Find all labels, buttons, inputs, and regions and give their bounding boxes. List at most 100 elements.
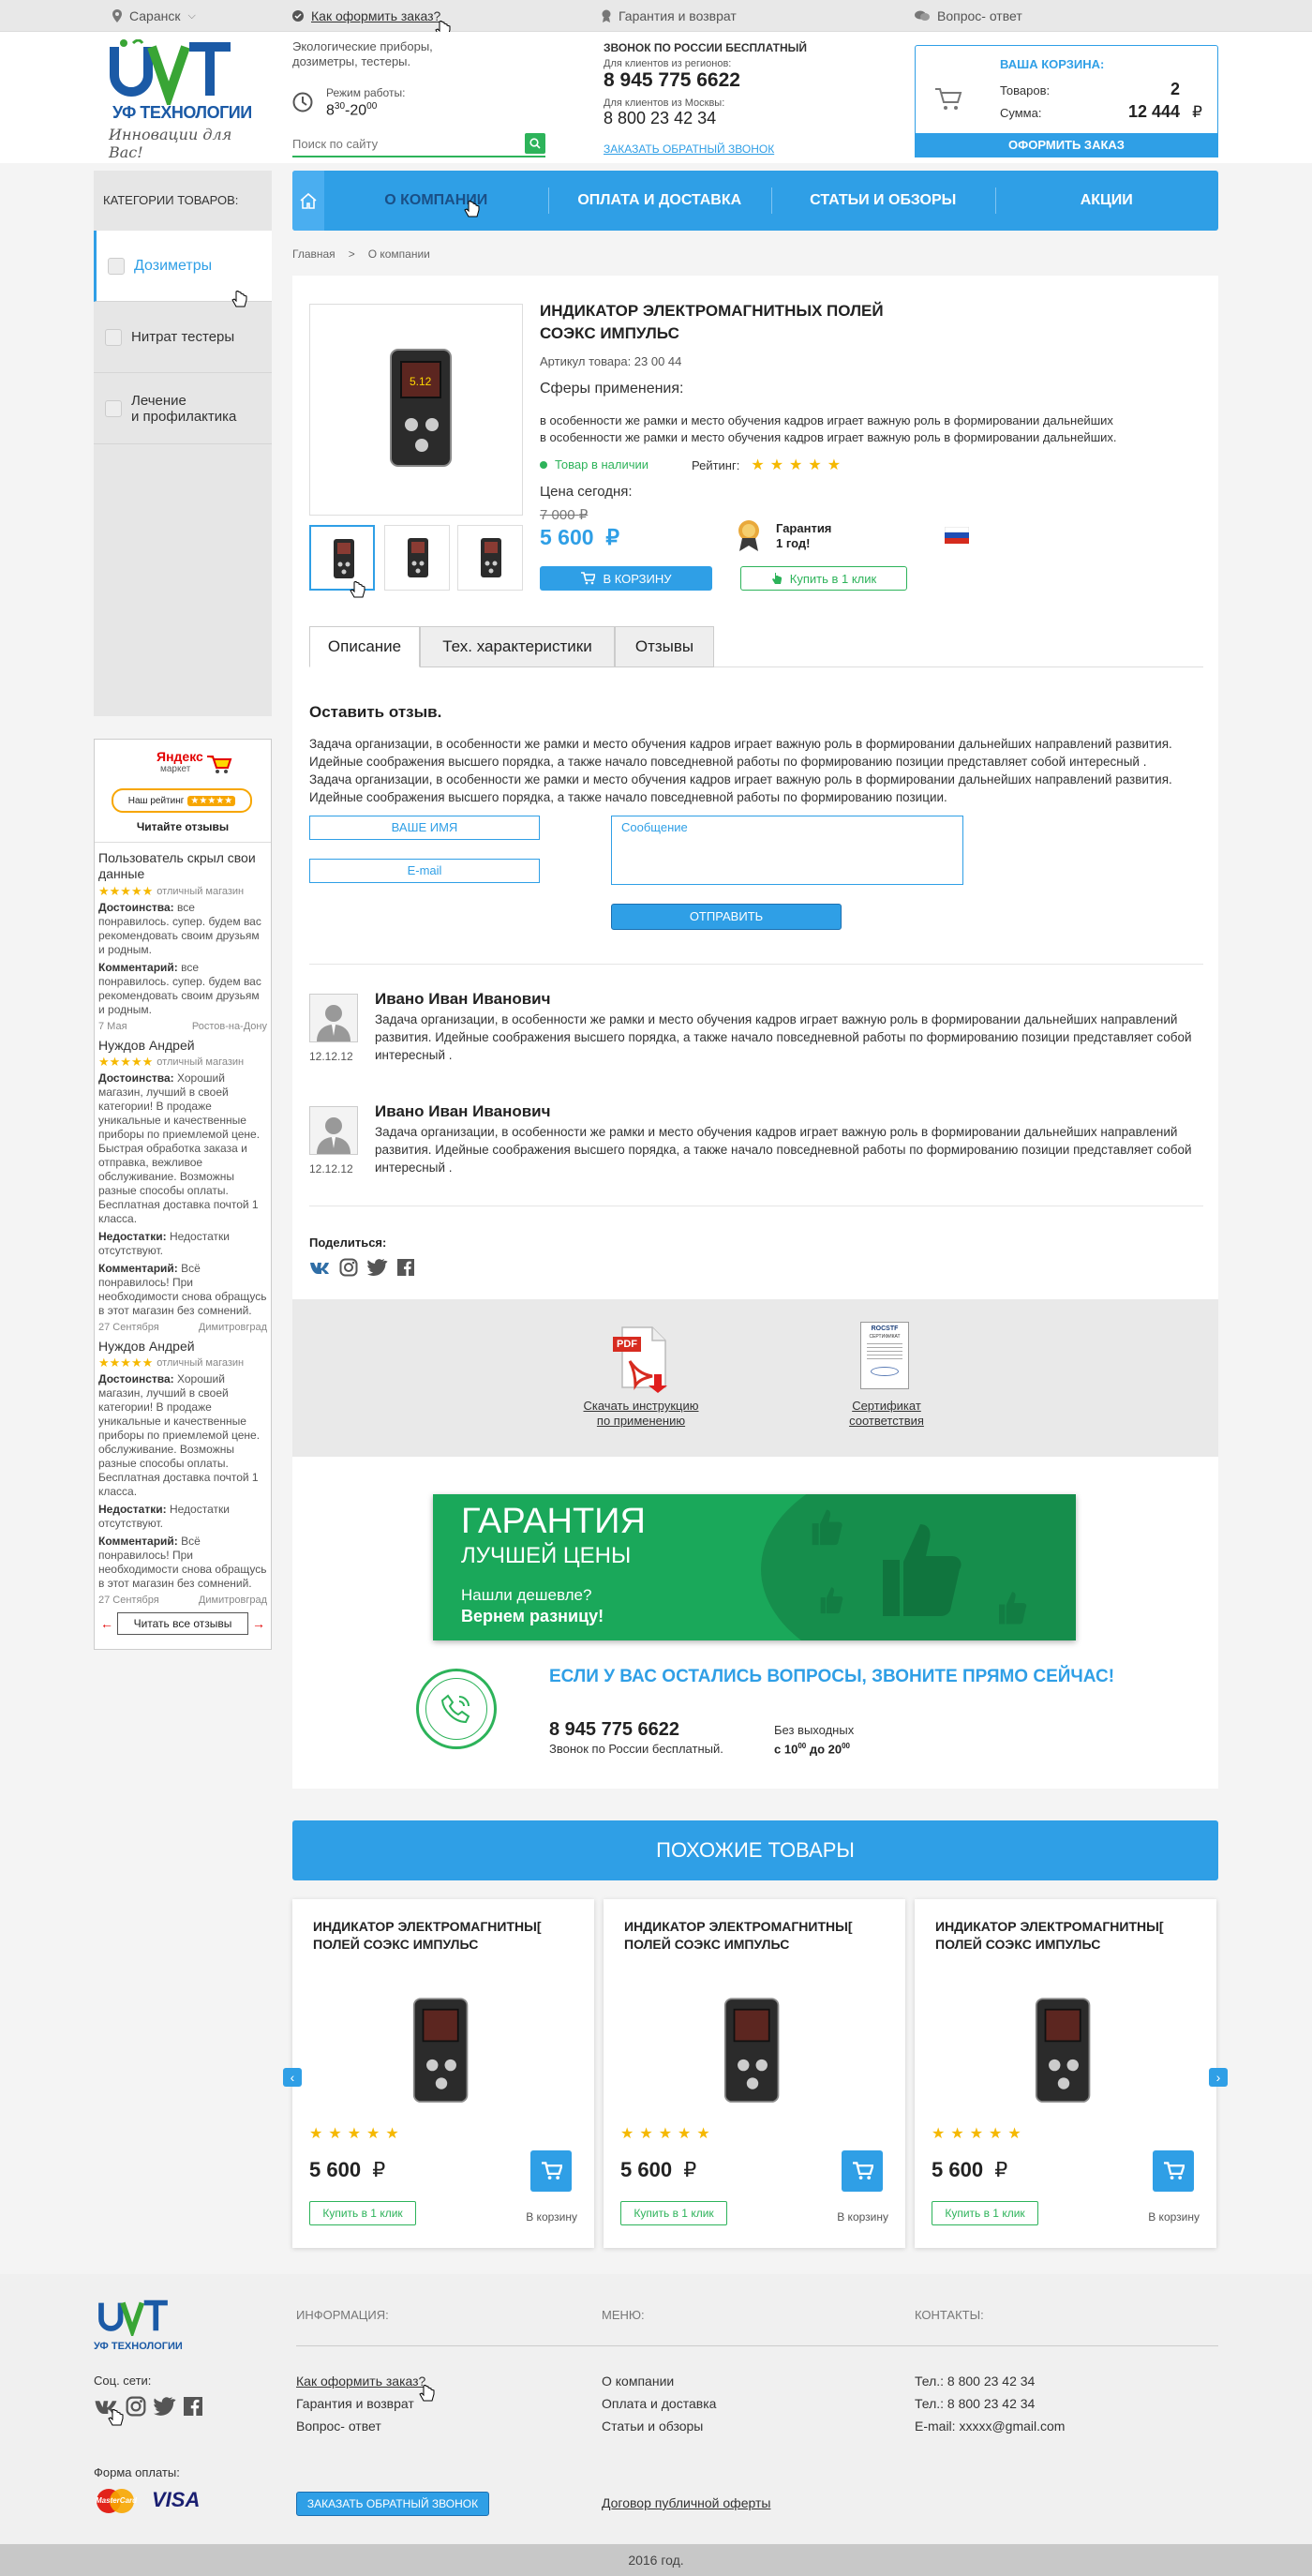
certificate-link[interactable]: Сертификат соответствия xyxy=(808,1399,965,1429)
email-field[interactable]: E-mail xyxy=(309,859,540,883)
guarantee-text: Гарантия и возврат xyxy=(619,8,737,23)
card-buy-one-click-button[interactable]: Купить в 1 клик xyxy=(620,2201,727,2225)
faq-link[interactable]: Вопрос- ответ xyxy=(915,8,1022,23)
divider xyxy=(309,964,1203,965)
ym-review-minus: Недостатки: Недостатки отсутствуют. xyxy=(98,1230,230,1257)
checkout-button[interactable]: ОФОРМИТЬ ЗАКАЗ xyxy=(915,133,1218,157)
vk-icon[interactable] xyxy=(309,1261,330,1274)
footer-callback-button[interactable]: ЗАКАЗАТЬ ОБРАТНЫЙ ЗВОНОК xyxy=(296,2492,489,2516)
thumbs-up-icon xyxy=(812,1509,842,1546)
cart-widget[interactable]: ВАША КОРЗИНА: Товаров: 2 Сумма: 12 444 ₽… xyxy=(915,45,1218,157)
card-title[interactable]: ИНДИКАТОР ЭЛЕКТРОМАГНИТНЫ[ ПОЛЕЙ СОЭКС И… xyxy=(935,1918,1198,1954)
twitter-icon[interactable] xyxy=(367,1259,388,1276)
card-buy-one-click-button[interactable]: Купить в 1 клик xyxy=(309,2201,416,2225)
nav-item-articles[interactable]: СТАТЬИ И ОБЗОРЫ xyxy=(771,171,995,231)
search-bar[interactable] xyxy=(292,133,545,157)
breadcrumb-home[interactable]: Главная xyxy=(292,247,335,261)
footer-link-how-to-order[interactable]: Как оформить заказ? xyxy=(296,2374,425,2389)
footer-offer-link[interactable]: Договор публичной оферты xyxy=(602,2495,770,2510)
message-field[interactable]: Сообщение xyxy=(611,816,963,885)
arrow-right-icon[interactable]: → xyxy=(252,1616,265,1631)
product-card[interactable]: ИНДИКАТОР ЭЛЕКТРОМАГНИТНЫ[ ПОЛЕЙ СОЭКС И… xyxy=(915,1899,1216,2248)
how-to-order-link[interactable]: Как оформить заказ? xyxy=(292,8,440,23)
phone-regions[interactable]: 8 945 775 6622 xyxy=(604,69,740,92)
tab-specs[interactable]: Тех. характеристики xyxy=(420,626,615,667)
card-title[interactable]: ИНДИКАТОР ЭЛЕКТРОМАГНИТНЫ[ ПОЛЕЙ СОЭКС И… xyxy=(313,1918,575,1954)
card-buy-one-click-button[interactable]: Купить в 1 клик xyxy=(932,2201,1038,2225)
footer-link-delivery[interactable]: Оплата и доставка xyxy=(602,2396,716,2411)
product-card[interactable]: ИНДИКАТОР ЭЛЕКТРОМАГНИТНЫ[ ПОЛЕЙ СОЭКС И… xyxy=(292,1899,594,2248)
cart-icon xyxy=(581,572,596,585)
footer-logo[interactable]: УФ ТЕХНОЛОГИИ xyxy=(94,2299,184,2352)
cart-icon xyxy=(853,2162,873,2179)
carousel-next-button[interactable]: › xyxy=(1209,2068,1228,2087)
banner-title: ГАРАНТИЯ xyxy=(461,1502,646,1541)
home-button[interactable] xyxy=(292,171,324,231)
instagram-icon[interactable] xyxy=(339,1258,358,1277)
product-thumb-2[interactable] xyxy=(384,525,450,591)
checkbox[interactable] xyxy=(105,399,122,417)
callback-link[interactable]: ЗАКАЗАТЬ ОБРАТНЫЙ ЗВОНОК xyxy=(604,142,774,156)
hand-cursor-icon xyxy=(350,581,365,598)
footer-phone-2[interactable]: Тел.: 8 800 23 42 34 xyxy=(915,2396,1035,2411)
nav-item-about[interactable]: О КОМПАНИИ xyxy=(324,171,548,231)
buy-one-click-button[interactable]: Купить в 1 клик xyxy=(740,566,907,591)
add-to-cart-button[interactable]: В КОРЗИНУ xyxy=(540,566,712,591)
footer-link-about[interactable]: О компании xyxy=(602,2374,674,2389)
twitter-icon[interactable] xyxy=(154,2397,176,2416)
instagram-icon[interactable] xyxy=(126,2396,146,2417)
search-input[interactable] xyxy=(292,133,508,154)
card-title[interactable]: ИНДИКАТОР ЭЛЕКТРОМАГНИТНЫ[ ПОЛЕЙ СОЭКС И… xyxy=(624,1918,887,1954)
card-price: 5 600 ₽ xyxy=(620,2158,697,2181)
banner-line2: Вернем разницу! xyxy=(461,1607,604,1625)
contact-phone[interactable]: 8 945 775 6622 xyxy=(549,1719,679,1741)
nav-item-sales[interactable]: АКЦИИ xyxy=(994,171,1219,231)
product-thumb-3[interactable] xyxy=(457,525,523,591)
product-main-image[interactable]: 5.12 xyxy=(309,304,523,516)
pdf-download-icon[interactable]: PDF xyxy=(609,1324,675,1393)
guarantee-link[interactable]: Гарантия и возврат xyxy=(602,8,737,23)
sidebar-item-treatment[interactable]: Лечение и профилактика xyxy=(94,373,272,444)
phone-moscow[interactable]: 8 800 23 42 34 xyxy=(604,109,716,128)
footer-email[interactable]: E-mail: xxxxx@gmail.com xyxy=(915,2419,1065,2434)
review-date: 12.12.12 xyxy=(309,1050,353,1063)
hand-cursor-icon xyxy=(108,2409,124,2426)
card-in-cart-label[interactable]: В корзину xyxy=(1148,2210,1200,2224)
checkbox[interactable] xyxy=(108,257,125,275)
card-add-to-cart-button[interactable] xyxy=(530,2150,572,2192)
search-button[interactable] xyxy=(525,133,545,154)
tab-reviews[interactable]: Отзывы xyxy=(615,626,714,667)
certificate-thumbnail[interactable]: ROCSTF СЕРТИФИКАТ xyxy=(860,1322,909,1389)
ym-read-reviews[interactable]: Читайте отзывы xyxy=(95,820,271,833)
card-add-to-cart-button[interactable] xyxy=(1153,2150,1194,2192)
carousel-prev-button[interactable]: ‹ xyxy=(283,2068,302,2087)
review-date: 12.12.12 xyxy=(309,1162,353,1176)
footer-link-guarantee[interactable]: Гарантия и возврат xyxy=(296,2396,414,2411)
checkbox[interactable] xyxy=(105,328,122,346)
submit-review-button[interactable]: ОТПРАВИТЬ xyxy=(611,904,842,930)
ym-read-all-button[interactable]: Читать все отзывы xyxy=(117,1612,248,1635)
download-instruction-link[interactable]: Скачать инструкцию по применению xyxy=(562,1399,720,1429)
sidebar-item-nitrate-testers[interactable]: Нитрат тестеры xyxy=(94,302,272,373)
product-rating: Рейтинг: ★★★★★ xyxy=(692,456,846,474)
facebook-icon[interactable] xyxy=(184,2397,202,2416)
ym-review-plus: Достоинства: Хороший магазин, лучший в с… xyxy=(98,1071,261,1225)
name-field[interactable]: ВАШЕ ИМЯ xyxy=(309,816,540,840)
footer-link-articles[interactable]: Статьи и обзоры xyxy=(602,2419,703,2434)
tab-description[interactable]: Описание xyxy=(309,626,420,667)
card-add-to-cart-button[interactable] xyxy=(842,2150,883,2192)
card-in-cart-label[interactable]: В корзину xyxy=(526,2210,577,2224)
site-logo[interactable]: УФ ТЕХНОЛОГИИ Инновации для Вас! xyxy=(105,38,255,161)
card-in-cart-label[interactable]: В корзину xyxy=(837,2210,888,2224)
footer-phone-1[interactable]: Тел.: 8 800 23 42 34 xyxy=(915,2374,1035,2389)
arrow-left-icon[interactable]: ← xyxy=(100,1616,113,1631)
ym-review-meta: 7 Мая Ростов-на-Дону xyxy=(98,1021,267,1032)
ym-review-author: Нуждов Андрей xyxy=(98,1339,195,1354)
nav-item-delivery[interactable]: ОПЛАТА И ДОСТАВКА xyxy=(547,171,772,231)
product-card[interactable]: ИНДИКАТОР ЭЛЕКТРОМАГНИТНЫ[ ПОЛЕЙ СОЭКС И… xyxy=(604,1899,905,2248)
facebook-icon[interactable] xyxy=(397,1259,414,1276)
review-author: Ивано Иван Иванович xyxy=(375,990,551,1008)
footer-link-faq[interactable]: Вопрос- ответ xyxy=(296,2419,381,2434)
best-price-banner[interactable]: ГАРАНТИЯ ЛУЧШЕЙ ЦЕНЫ Нашли дешевле? Верн… xyxy=(433,1494,1076,1640)
city-selector[interactable]: Саранск ⌵ xyxy=(112,8,196,23)
